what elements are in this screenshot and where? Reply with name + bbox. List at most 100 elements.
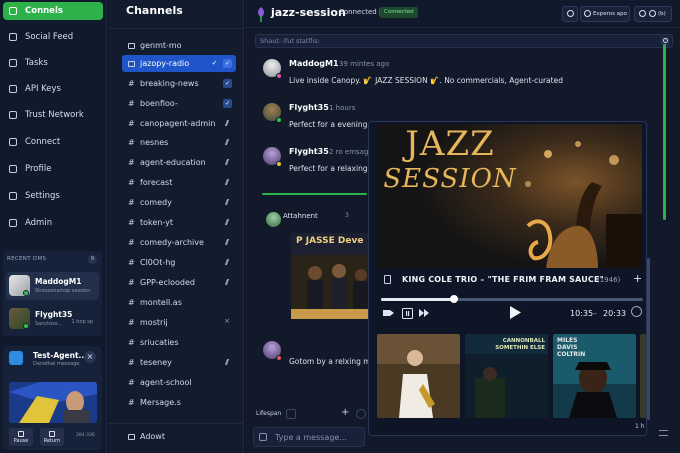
channels-header: Channels [126, 4, 183, 17]
channel-item[interactable]: # comedy [122, 194, 236, 211]
close-icon[interactable]: × [224, 317, 230, 325]
composer-tab[interactable]: Lifespan [256, 410, 281, 417]
pin-icon[interactable] [224, 120, 232, 126]
menu-icon[interactable] [659, 430, 668, 436]
channel-item[interactable]: # mostrij × [122, 314, 236, 331]
chat-scrollbar[interactable] [663, 44, 666, 220]
dm-name: MaddogM1 [35, 277, 82, 286]
pin-icon[interactable] [224, 139, 232, 145]
return-button[interactable]: Return [40, 428, 64, 446]
nav-item-channels[interactable]: Connels [3, 2, 103, 20]
skip-icon[interactable] [419, 308, 430, 318]
message-input[interactable]: Type a message... [253, 427, 365, 447]
message-time: 39 mintes ago [339, 60, 390, 68]
play-icon[interactable] [509, 306, 521, 319]
nav-item-trust-network[interactable]: Trust Network [3, 106, 103, 124]
members-button[interactable]: (b) [634, 6, 672, 22]
profile-icon [9, 165, 17, 173]
add-icon [128, 433, 135, 440]
message-text: Perfect for a evening C [289, 120, 375, 129]
channel-item[interactable]: # Mersage.s [122, 394, 236, 411]
dm-item[interactable]: Flyght35 Sanctoss... 1 hop sp [6, 305, 99, 333]
mini-player-video[interactable] [9, 382, 97, 423]
network-icon [9, 111, 17, 119]
pause-icon[interactable] [402, 308, 413, 319]
pin-icon[interactable] [224, 359, 232, 365]
channel-name: teseney [140, 358, 172, 367]
channel-icon [128, 42, 135, 49]
album-cover[interactable] [640, 334, 646, 418]
pause-button[interactable]: Pause [9, 428, 33, 446]
refresh-button[interactable] [562, 6, 578, 22]
player-scrollbar[interactable] [647, 258, 650, 420]
search-input[interactable]: Shaut: ifut statflis: [255, 34, 673, 48]
channel-item[interactable]: # boenfioo- ✓ [122, 95, 236, 112]
rewind-icon[interactable] [383, 308, 395, 318]
pin-icon[interactable] [224, 199, 232, 205]
nav-item-connect[interactable]: Connect [3, 133, 103, 151]
close-icon[interactable]: × [84, 351, 96, 363]
checkbox-icon[interactable]: ✓ [223, 79, 232, 88]
pin-icon[interactable] [224, 219, 232, 225]
add-icon[interactable]: + [341, 407, 349, 418]
message-placeholder: Type a message... [275, 433, 347, 442]
channel-item[interactable]: # canopagent-admin [122, 115, 236, 132]
channel-item[interactable]: # nesnes [122, 134, 236, 151]
checkbox-icon[interactable]: ✓ [223, 59, 232, 68]
album-cover[interactable]: MILES DAVIS COLTRIN [553, 334, 636, 418]
emoji-icon[interactable] [286, 409, 296, 419]
status-badge: Connected [380, 7, 418, 18]
hash-icon: # [128, 198, 135, 207]
channel-item[interactable]: # GPP-eclooded [122, 274, 236, 291]
channel-item[interactable]: # comedy-archive [122, 234, 236, 251]
channel-item[interactable]: # montell.as [122, 294, 236, 311]
channel-item[interactable]: jazopy-radio ✓ ✓ [122, 55, 236, 72]
pin-icon[interactable] [224, 259, 232, 265]
progress-bar[interactable] [381, 295, 643, 303]
album-cover[interactable]: CANNONBALL SOMETHIN ELSE [465, 334, 548, 418]
pin-icon[interactable] [224, 159, 232, 165]
timer-icon[interactable] [631, 306, 642, 317]
nav-item-api-keys[interactable]: API Keys [3, 80, 103, 98]
nav-item-social-feed[interactable]: Social Feed [3, 28, 103, 46]
nav-item-settings[interactable]: Settings [3, 187, 103, 205]
attachment-image[interactable]: P JASSE Deve [291, 233, 375, 319]
nav-item-admin[interactable]: Admin [3, 214, 103, 232]
pin-icon[interactable] [224, 239, 232, 245]
pin-icon[interactable] [224, 179, 232, 185]
message-text: Live inside Canopy. 🎷 JAZZ SESSION 🎷. No… [289, 76, 563, 85]
attach-icon[interactable] [259, 433, 267, 441]
channel-item[interactable]: # agent-school [122, 374, 236, 391]
channel-item[interactable]: # teseney [122, 354, 236, 371]
channel-item[interactable]: # token-yt [122, 214, 236, 231]
channel-item[interactable]: # agent-education [122, 154, 236, 171]
album-cover[interactable] [377, 334, 460, 418]
pin-icon[interactable] [224, 279, 232, 285]
channel-item[interactable]: # Cl0Ot-hg [122, 254, 236, 271]
channel-item[interactable]: # forecast [122, 174, 236, 191]
channel-title: jazz-session [271, 6, 346, 19]
hash-icon: # [128, 99, 135, 108]
channel-name: token-yt [140, 218, 173, 227]
channel-item[interactable]: # breaking-news ✓ [122, 75, 236, 92]
channel-item[interactable]: # sriucaties [122, 334, 236, 351]
nav-item-tasks[interactable]: Tasks [3, 54, 103, 72]
nav-item-label: Profile [25, 164, 52, 174]
message-author[interactable]: Flyght35 [289, 103, 329, 112]
nav-item-profile[interactable]: Profile [3, 160, 103, 178]
channel-item[interactable]: genmt-mo [122, 37, 236, 54]
channel-name: jazopy-radio [140, 59, 190, 68]
channel-footer-item[interactable]: Adowt [122, 428, 236, 445]
message-author[interactable]: Flyght35 [289, 147, 329, 156]
message-author[interactable]: MaddogM1 [289, 59, 339, 68]
pause-icon [18, 431, 24, 437]
track-title: KING COLE TRIO – "THE FRIM FRAM SAUCE" [402, 275, 604, 284]
settings-icon[interactable] [356, 409, 366, 419]
experts-button[interactable]: Experos apo [580, 6, 630, 22]
progress-handle[interactable] [450, 295, 459, 303]
dm-item[interactable]: MaddogM1 Stressonsmop session [6, 272, 99, 300]
channel-name: agent-education [140, 158, 206, 167]
refresh-icon [567, 10, 574, 17]
add-to-playlist-icon[interactable]: + [633, 272, 642, 285]
checkbox-icon[interactable]: ✓ [223, 99, 232, 108]
